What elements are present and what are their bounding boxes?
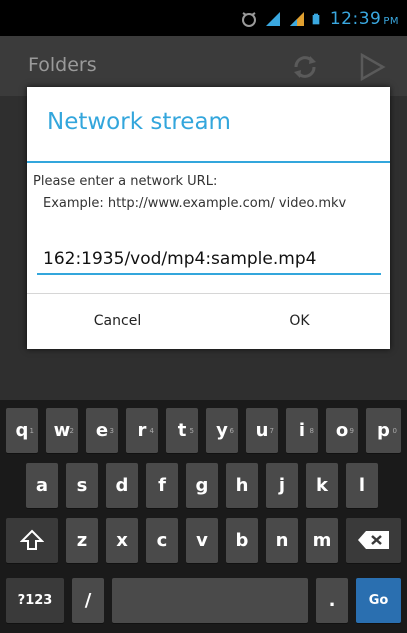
key-z[interactable]: z [66, 518, 98, 563]
key-s[interactable]: s [66, 463, 98, 508]
key-r[interactable]: 4r [126, 408, 158, 453]
battery-icon [312, 13, 320, 25]
key-period[interactable]: . [316, 578, 348, 623]
key-j[interactable]: j [266, 463, 298, 508]
space-key[interactable] [112, 578, 308, 623]
key-g[interactable]: g [186, 463, 218, 508]
key-slash[interactable]: / [72, 578, 104, 623]
dialog-example: Example: http://www.example.com/ video.m… [43, 196, 347, 211]
key-b[interactable]: b [226, 518, 258, 563]
cell-signal-icon [289, 12, 304, 26]
network-stream-dialog: Network stream Please enter a network UR… [27, 87, 390, 349]
go-key[interactable]: Go [356, 578, 401, 623]
url-input[interactable] [37, 245, 381, 275]
key-k[interactable]: k [306, 463, 338, 508]
key-v[interactable]: v [186, 518, 218, 563]
key-l[interactable]: l [346, 463, 378, 508]
page-title: Folders [28, 54, 97, 76]
key-q[interactable]: 1q [6, 408, 38, 453]
key-o[interactable]: 9o [326, 408, 358, 453]
key-h[interactable]: h [226, 463, 258, 508]
refresh-icon[interactable] [290, 52, 320, 82]
key-f[interactable]: f [146, 463, 178, 508]
backspace-icon [357, 531, 389, 549]
key-w[interactable]: 2w [46, 408, 78, 453]
soft-keyboard: 1q 2w 3e 4r 5t 6y 7u 8i 9o 0p a s d f g … [0, 400, 407, 633]
status-bar: 12:39 PM [0, 0, 407, 36]
cancel-button[interactable]: Cancel [27, 294, 208, 349]
dialog-prompt: Please enter a network URL: [33, 174, 218, 189]
key-y[interactable]: 6y [206, 408, 238, 453]
symbols-key[interactable]: ?123 [6, 578, 64, 623]
backspace-key[interactable] [346, 518, 401, 563]
shift-icon [19, 529, 45, 550]
key-d[interactable]: d [106, 463, 138, 508]
shift-key[interactable] [6, 518, 58, 563]
wifi-signal-icon [265, 12, 280, 26]
key-a[interactable]: a [26, 463, 58, 508]
play-icon[interactable] [358, 52, 386, 82]
key-e[interactable]: 3e [86, 408, 118, 453]
key-p[interactable]: 0p [366, 408, 401, 453]
clock: 12:39 PM [329, 9, 399, 29]
key-n[interactable]: n [266, 518, 298, 563]
dialog-title-divider [27, 161, 390, 163]
key-u[interactable]: 7u [246, 408, 278, 453]
alarm-icon [241, 12, 256, 27]
key-m[interactable]: m [306, 518, 338, 563]
key-c[interactable]: c [146, 518, 178, 563]
key-i[interactable]: 8i [286, 408, 318, 453]
ok-button[interactable]: OK [209, 294, 390, 349]
dialog-title: Network stream [47, 109, 231, 135]
key-t[interactable]: 5t [166, 408, 198, 453]
key-x[interactable]: x [106, 518, 138, 563]
